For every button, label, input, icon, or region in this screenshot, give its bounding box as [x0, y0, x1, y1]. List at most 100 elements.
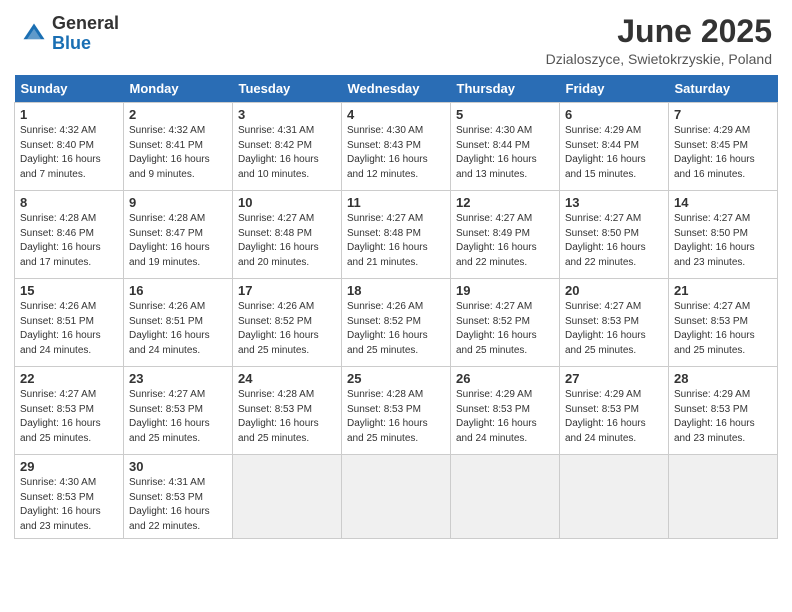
day-info: Sunrise: 4:27 AMSunset: 8:53 PMDaylight:…	[20, 388, 118, 446]
day-info: Sunrise: 4:28 AMSunset: 8:47 PMDaylight:…	[129, 212, 227, 270]
day-info: Sunrise: 4:29 AMSunset: 8:44 PMDaylight:…	[565, 124, 663, 182]
day-cell: 1 Sunrise: 4:32 AMSunset: 8:40 PMDayligh…	[15, 103, 124, 191]
day-cell: 12 Sunrise: 4:27 AMSunset: 8:49 PMDaylig…	[451, 191, 560, 279]
table-row: 15 Sunrise: 4:26 AMSunset: 8:51 PMDaylig…	[15, 279, 778, 367]
day-number: 9	[129, 195, 227, 210]
day-number: 22	[20, 371, 118, 386]
table-row: 29 Sunrise: 4:30 AMSunset: 8:53 PMDaylig…	[15, 455, 778, 539]
table-row: 8 Sunrise: 4:28 AMSunset: 8:46 PMDayligh…	[15, 191, 778, 279]
day-cell: 28 Sunrise: 4:29 AMSunset: 8:53 PMDaylig…	[669, 367, 778, 455]
day-cell: 17 Sunrise: 4:26 AMSunset: 8:52 PMDaylig…	[233, 279, 342, 367]
day-cell: 6 Sunrise: 4:29 AMSunset: 8:44 PMDayligh…	[560, 103, 669, 191]
day-cell-empty	[342, 455, 451, 539]
day-info: Sunrise: 4:29 AMSunset: 8:53 PMDaylight:…	[565, 388, 663, 446]
day-cell: 19 Sunrise: 4:27 AMSunset: 8:52 PMDaylig…	[451, 279, 560, 367]
day-cell: 20 Sunrise: 4:27 AMSunset: 8:53 PMDaylig…	[560, 279, 669, 367]
day-number: 26	[456, 371, 554, 386]
day-cell: 2 Sunrise: 4:32 AMSunset: 8:41 PMDayligh…	[124, 103, 233, 191]
table-row: 22 Sunrise: 4:27 AMSunset: 8:53 PMDaylig…	[15, 367, 778, 455]
day-number: 18	[347, 283, 445, 298]
day-number: 28	[674, 371, 772, 386]
logo-general-text: General	[52, 13, 119, 33]
day-cell: 9 Sunrise: 4:28 AMSunset: 8:47 PMDayligh…	[124, 191, 233, 279]
day-cell: 25 Sunrise: 4:28 AMSunset: 8:53 PMDaylig…	[342, 367, 451, 455]
day-cell: 27 Sunrise: 4:29 AMSunset: 8:53 PMDaylig…	[560, 367, 669, 455]
day-number: 7	[674, 107, 772, 122]
day-number: 2	[129, 107, 227, 122]
logo: General Blue	[20, 14, 119, 54]
day-info: Sunrise: 4:27 AMSunset: 8:50 PMDaylight:…	[565, 212, 663, 270]
day-info: Sunrise: 4:31 AMSunset: 8:53 PMDaylight:…	[129, 476, 227, 534]
day-info: Sunrise: 4:27 AMSunset: 8:48 PMDaylight:…	[238, 212, 336, 270]
day-info: Sunrise: 4:32 AMSunset: 8:41 PMDaylight:…	[129, 124, 227, 182]
day-cell: 11 Sunrise: 4:27 AMSunset: 8:48 PMDaylig…	[342, 191, 451, 279]
calendar-table: Sunday Monday Tuesday Wednesday Thursday…	[14, 75, 778, 539]
day-number: 27	[565, 371, 663, 386]
day-info: Sunrise: 4:31 AMSunset: 8:42 PMDaylight:…	[238, 124, 336, 182]
day-cell: 16 Sunrise: 4:26 AMSunset: 8:51 PMDaylig…	[124, 279, 233, 367]
day-cell-empty	[560, 455, 669, 539]
day-info: Sunrise: 4:27 AMSunset: 8:53 PMDaylight:…	[129, 388, 227, 446]
header: General Blue June 2025 Dzialoszyce, Swie…	[0, 0, 792, 75]
day-info: Sunrise: 4:30 AMSunset: 8:44 PMDaylight:…	[456, 124, 554, 182]
day-cell: 29 Sunrise: 4:30 AMSunset: 8:53 PMDaylig…	[15, 455, 124, 539]
day-info: Sunrise: 4:30 AMSunset: 8:53 PMDaylight:…	[20, 476, 118, 534]
day-cell: 21 Sunrise: 4:27 AMSunset: 8:53 PMDaylig…	[669, 279, 778, 367]
day-number: 20	[565, 283, 663, 298]
col-wednesday: Wednesday	[342, 75, 451, 103]
logo-icon	[20, 20, 48, 48]
day-number: 13	[565, 195, 663, 210]
day-number: 12	[456, 195, 554, 210]
day-info: Sunrise: 4:26 AMSunset: 8:51 PMDaylight:…	[20, 300, 118, 358]
col-thursday: Thursday	[451, 75, 560, 103]
day-info: Sunrise: 4:32 AMSunset: 8:40 PMDaylight:…	[20, 124, 118, 182]
col-tuesday: Tuesday	[233, 75, 342, 103]
day-number: 6	[565, 107, 663, 122]
day-info: Sunrise: 4:27 AMSunset: 8:53 PMDaylight:…	[674, 300, 772, 358]
day-info: Sunrise: 4:29 AMSunset: 8:53 PMDaylight:…	[456, 388, 554, 446]
page: General Blue June 2025 Dzialoszyce, Swie…	[0, 0, 792, 612]
col-saturday: Saturday	[669, 75, 778, 103]
day-info: Sunrise: 4:26 AMSunset: 8:51 PMDaylight:…	[129, 300, 227, 358]
day-number: 29	[20, 459, 118, 474]
day-cell: 10 Sunrise: 4:27 AMSunset: 8:48 PMDaylig…	[233, 191, 342, 279]
day-info: Sunrise: 4:27 AMSunset: 8:50 PMDaylight:…	[674, 212, 772, 270]
title-block: June 2025 Dzialoszyce, Swietokrzyskie, P…	[546, 14, 772, 67]
day-cell-empty	[669, 455, 778, 539]
col-sunday: Sunday	[15, 75, 124, 103]
day-number: 11	[347, 195, 445, 210]
day-info: Sunrise: 4:30 AMSunset: 8:43 PMDaylight:…	[347, 124, 445, 182]
day-cell: 4 Sunrise: 4:30 AMSunset: 8:43 PMDayligh…	[342, 103, 451, 191]
day-info: Sunrise: 4:28 AMSunset: 8:53 PMDaylight:…	[238, 388, 336, 446]
day-number: 24	[238, 371, 336, 386]
day-cell-empty	[233, 455, 342, 539]
logo-blue-text: Blue	[52, 33, 91, 53]
day-cell: 3 Sunrise: 4:31 AMSunset: 8:42 PMDayligh…	[233, 103, 342, 191]
day-info: Sunrise: 4:29 AMSunset: 8:53 PMDaylight:…	[674, 388, 772, 446]
day-cell: 22 Sunrise: 4:27 AMSunset: 8:53 PMDaylig…	[15, 367, 124, 455]
day-number: 5	[456, 107, 554, 122]
day-cell: 13 Sunrise: 4:27 AMSunset: 8:50 PMDaylig…	[560, 191, 669, 279]
day-cell: 26 Sunrise: 4:29 AMSunset: 8:53 PMDaylig…	[451, 367, 560, 455]
day-cell-empty	[451, 455, 560, 539]
table-row: 1 Sunrise: 4:32 AMSunset: 8:40 PMDayligh…	[15, 103, 778, 191]
day-cell: 15 Sunrise: 4:26 AMSunset: 8:51 PMDaylig…	[15, 279, 124, 367]
day-info: Sunrise: 4:28 AMSunset: 8:46 PMDaylight:…	[20, 212, 118, 270]
day-number: 3	[238, 107, 336, 122]
day-cell: 23 Sunrise: 4:27 AMSunset: 8:53 PMDaylig…	[124, 367, 233, 455]
day-number: 14	[674, 195, 772, 210]
day-info: Sunrise: 4:27 AMSunset: 8:49 PMDaylight:…	[456, 212, 554, 270]
day-cell: 7 Sunrise: 4:29 AMSunset: 8:45 PMDayligh…	[669, 103, 778, 191]
day-number: 8	[20, 195, 118, 210]
day-info: Sunrise: 4:28 AMSunset: 8:53 PMDaylight:…	[347, 388, 445, 446]
day-cell: 18 Sunrise: 4:26 AMSunset: 8:52 PMDaylig…	[342, 279, 451, 367]
day-cell: 5 Sunrise: 4:30 AMSunset: 8:44 PMDayligh…	[451, 103, 560, 191]
day-number: 25	[347, 371, 445, 386]
day-number: 23	[129, 371, 227, 386]
day-info: Sunrise: 4:26 AMSunset: 8:52 PMDaylight:…	[347, 300, 445, 358]
col-monday: Monday	[124, 75, 233, 103]
day-cell: 8 Sunrise: 4:28 AMSunset: 8:46 PMDayligh…	[15, 191, 124, 279]
month-title: June 2025	[546, 14, 772, 49]
day-number: 10	[238, 195, 336, 210]
location: Dzialoszyce, Swietokrzyskie, Poland	[546, 51, 772, 67]
